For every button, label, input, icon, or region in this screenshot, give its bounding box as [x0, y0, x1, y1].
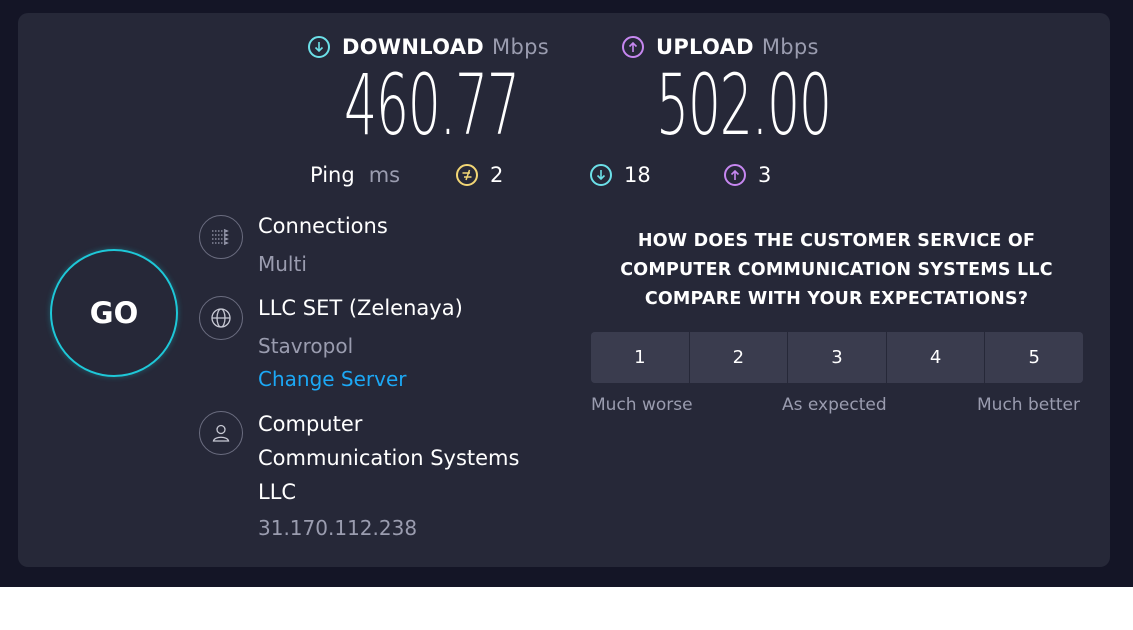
provider-name-line: Computer: [258, 412, 363, 436]
ping-unit: ms: [368, 163, 401, 187]
rating-option-4[interactable]: 4: [886, 332, 986, 383]
provider-ip: 31.170.112.238: [258, 516, 418, 540]
arrow-down-circle-icon: [308, 36, 330, 58]
ping-label-group: Ping ms: [310, 163, 400, 187]
upload-value: 502.00: [656, 56, 832, 154]
scale-high-label: Much better: [977, 395, 1080, 415]
rating-option-1[interactable]: 1: [591, 332, 690, 383]
ping-upload-value: 3: [758, 163, 772, 187]
survey-question: HOW DOES THE CUSTOMER SERVICE OF COMPUTE…: [590, 227, 1083, 314]
arrow-down-circle-icon: [590, 164, 612, 186]
results-panel: DOWNLOAD Mbps 460.77 UPLOAD Mbps 502.00 …: [18, 13, 1110, 567]
ping-download: 18: [590, 163, 651, 187]
app-background: DOWNLOAD Mbps 460.77 UPLOAD Mbps 502.00 …: [0, 0, 1133, 587]
globe-icon: [199, 296, 243, 340]
scale-low-label: Much worse: [591, 395, 693, 415]
connections-icon: [199, 215, 243, 259]
server-title: LLC SET (Zelenaya): [258, 296, 463, 320]
connections-value: Multi: [258, 252, 307, 276]
provider-name-line: Communication Systems: [258, 446, 520, 470]
provider-name-line: LLC: [258, 480, 297, 504]
download-value: 460.77: [344, 56, 520, 154]
survey-question-line: COMPARE WITH YOUR EXPECTATIONS?: [644, 289, 1029, 309]
ping-idle-icon: [456, 164, 478, 186]
ping-upload: 3: [724, 163, 771, 187]
arrow-up-circle-icon: [724, 164, 746, 186]
ping-idle: 2: [456, 163, 503, 187]
survey-question-line: HOW DOES THE CUSTOMER SERVICE OF: [637, 231, 1036, 251]
rating-option-5[interactable]: 5: [985, 332, 1083, 383]
server-location: Stavropol: [258, 334, 354, 358]
ping-idle-value: 2: [490, 163, 504, 187]
survey-question-line: COMPUTER COMMUNICATION SYSTEMS LLC: [620, 260, 1053, 280]
user-icon: [199, 411, 243, 455]
connections-title: Connections: [258, 214, 388, 238]
rating-option-3[interactable]: 3: [788, 332, 887, 383]
rating-option-2[interactable]: 2: [689, 332, 789, 383]
rating-scale: 1 2 3 4 5: [591, 332, 1083, 383]
scale-mid-label: As expected: [782, 395, 887, 415]
ping-download-value: 18: [624, 163, 651, 187]
go-button[interactable]: GO: [50, 249, 178, 377]
arrow-up-circle-icon: [622, 36, 644, 58]
ping-label: Ping: [310, 163, 355, 187]
change-server-link[interactable]: Change Server: [258, 367, 407, 391]
provider-name: Computer Communication Systems LLC: [258, 407, 519, 509]
